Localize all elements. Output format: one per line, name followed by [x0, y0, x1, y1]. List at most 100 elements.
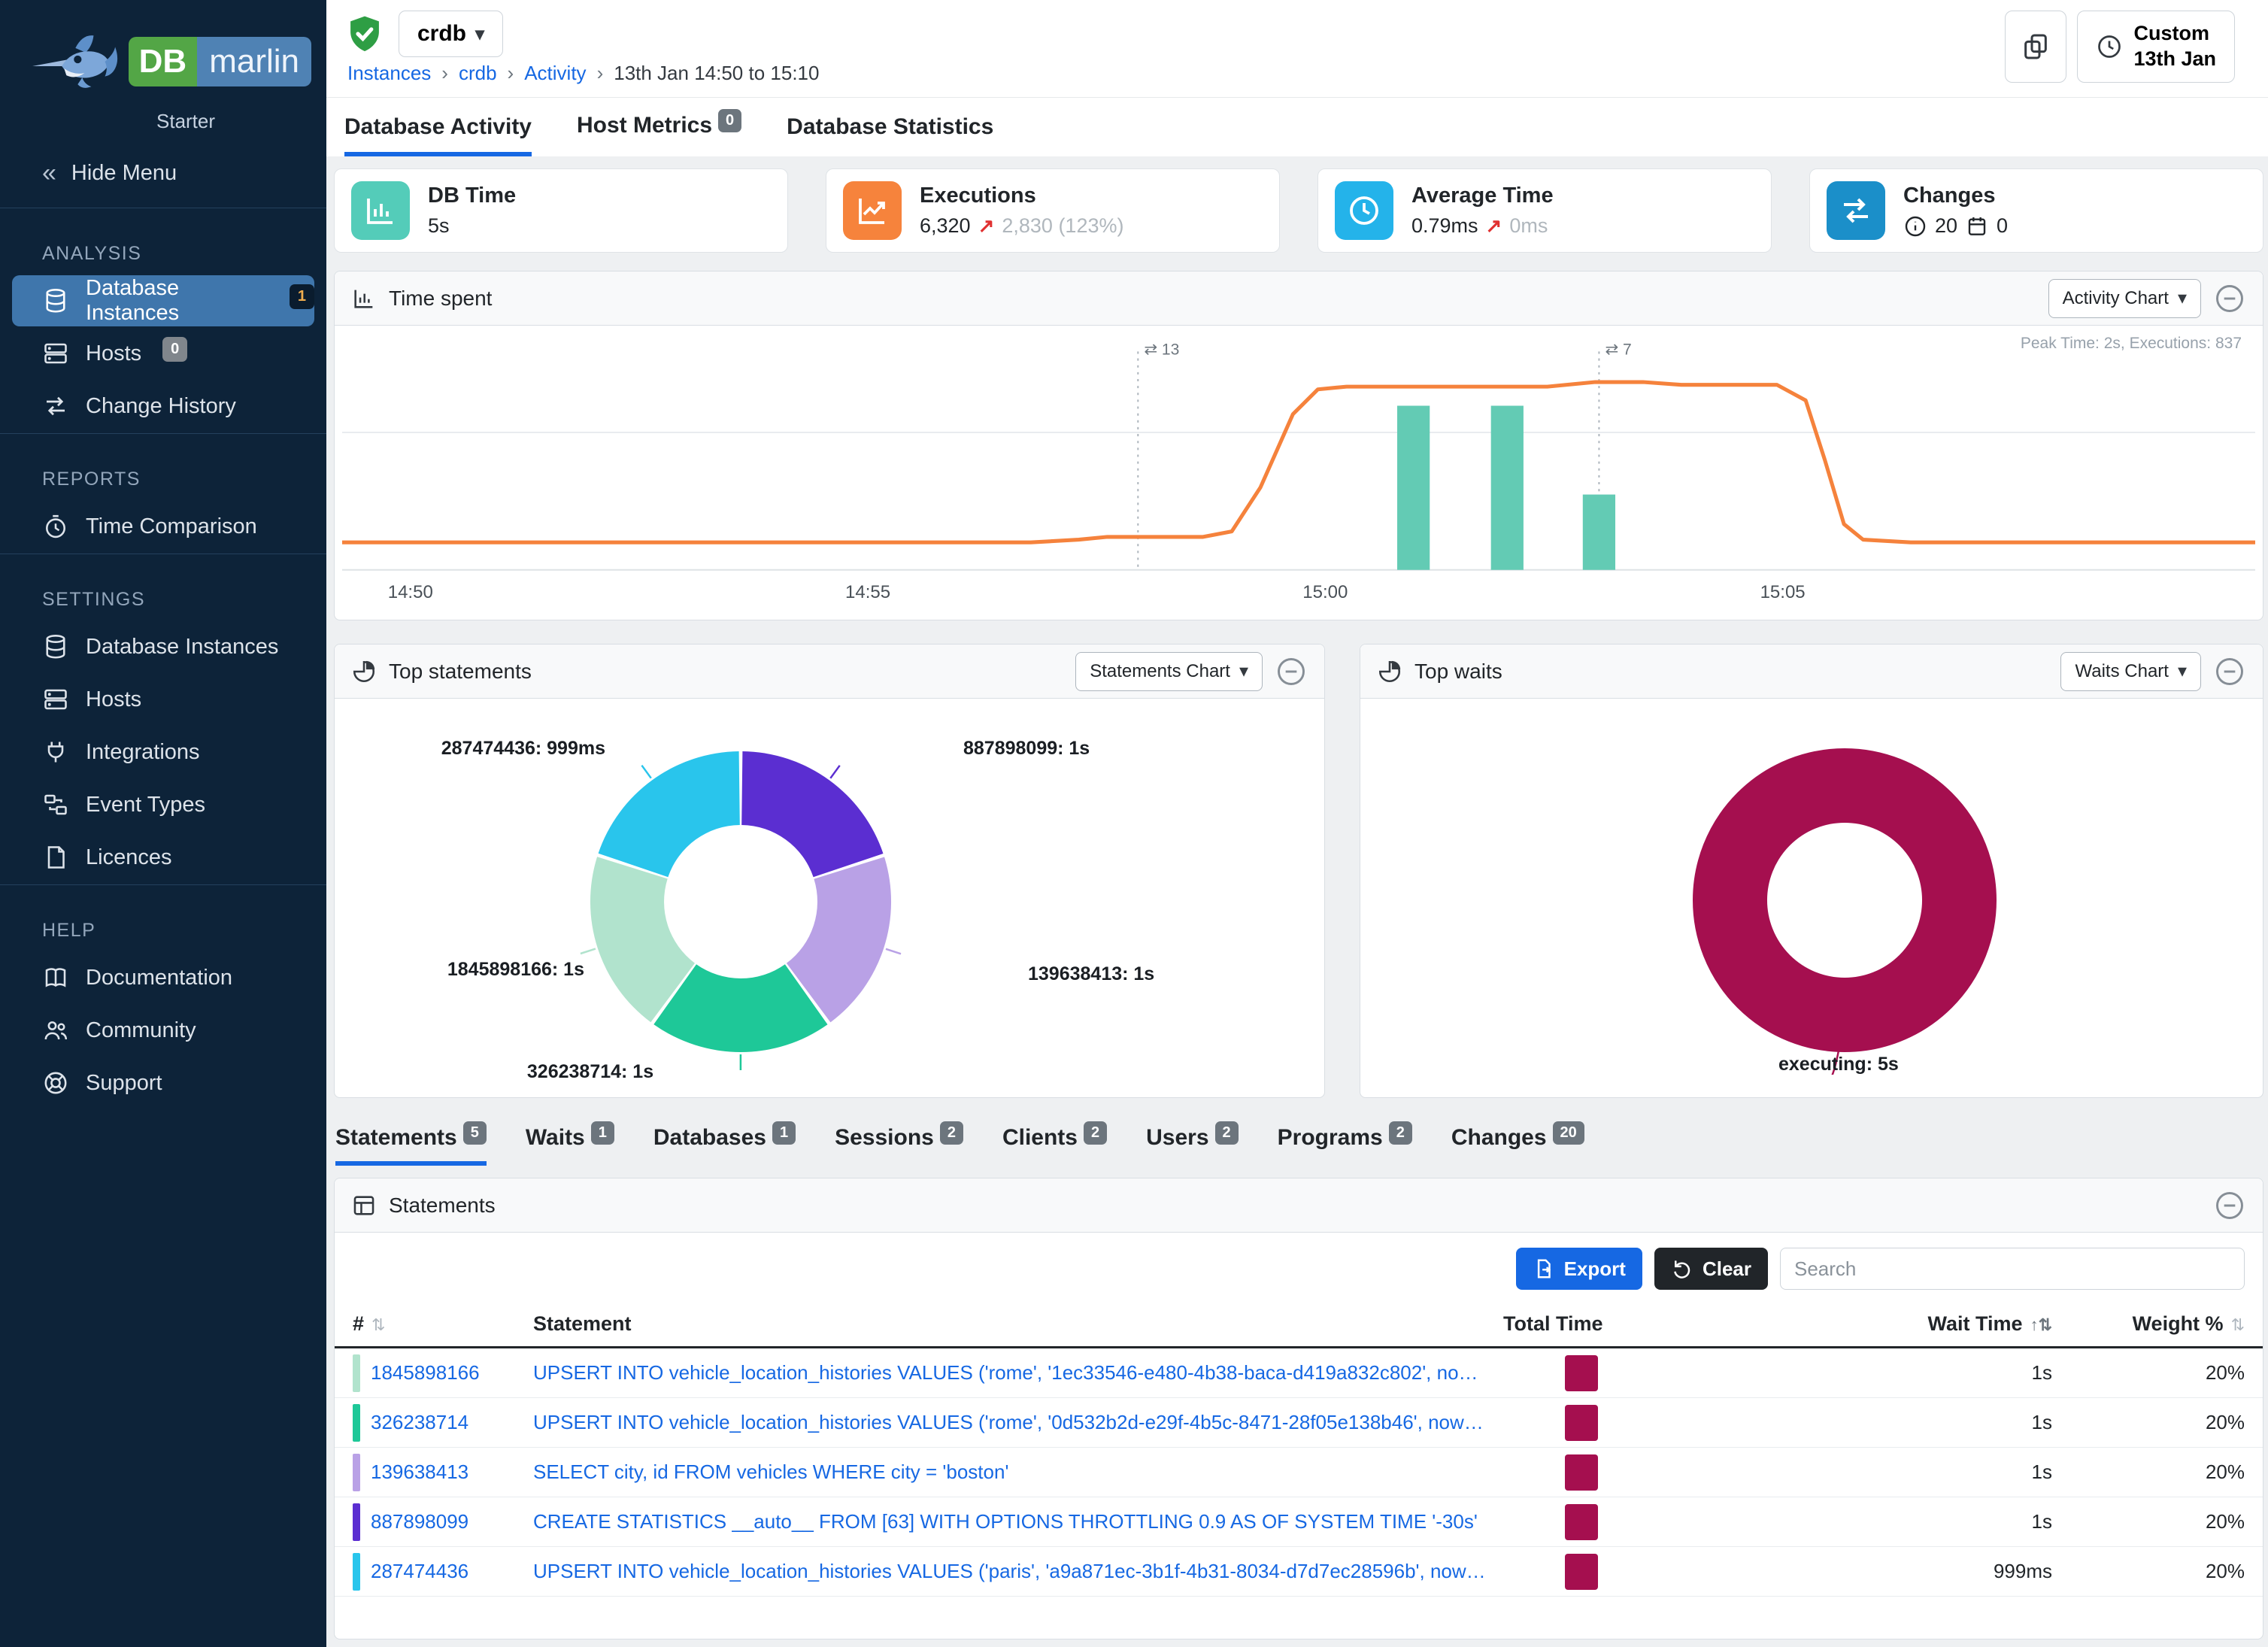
collapse-panel-button[interactable] [2213, 1189, 2246, 1222]
breadcrumb-item[interactable]: crdb [431, 62, 496, 85]
clock-icon [1335, 181, 1393, 240]
waits-chart-label: Waits Chart [2075, 661, 2168, 682]
sidebar-item-hosts[interactable]: Hosts0 [12, 328, 314, 379]
tab-database-activity[interactable]: Database Activity [344, 114, 532, 156]
statement-id-link[interactable]: 287474436 [353, 1553, 533, 1591]
main-area: crdb InstancescrdbActivity13th Jan 14:50… [326, 0, 2268, 1647]
sidebar-item-event-types[interactable]: Event Types [12, 779, 314, 830]
count-badge: 2 [1389, 1121, 1412, 1145]
sidebar-item-time-comparison[interactable]: Time Comparison [12, 501, 314, 552]
instance-name: crdb [417, 21, 466, 47]
sidebar-item-change-history[interactable]: Change History [12, 381, 314, 432]
statement-link[interactable]: UPSERT INTO vehicle_location_histories V… [533, 1361, 1503, 1385]
sidebar-item-hosts[interactable]: Hosts [12, 674, 314, 725]
sidebar-item-documentation[interactable]: Documentation [12, 952, 314, 1003]
x-tick-label: 15:00 [1302, 582, 1348, 603]
sidebar-item-community[interactable]: Community [12, 1005, 314, 1056]
divider [0, 884, 326, 885]
collapse-panel-button[interactable] [1275, 655, 1308, 688]
sidebar-section-reports: REPORTS [42, 469, 326, 490]
breadcrumb-item[interactable]: Instances [347, 62, 431, 85]
time-range-button[interactable]: Custom13th Jan [2077, 11, 2235, 83]
tab-database-statistics[interactable]: Database Statistics [787, 114, 993, 156]
statement-id-link[interactable]: 326238714 [353, 1404, 533, 1442]
waits-donut-chart[interactable]: executing: 5s [1360, 699, 2263, 1098]
tab-databases[interactable]: Databases1 [653, 1125, 796, 1166]
statement-link[interactable]: SELECT city, id FROM vehicles WHERE city… [533, 1460, 1503, 1484]
tab-label: Database Statistics [787, 114, 993, 139]
copy-link-button[interactable] [2005, 11, 2066, 83]
tab-sessions[interactable]: Sessions2 [835, 1125, 963, 1166]
breadcrumb: InstancescrdbActivity13th Jan 14:50 to 1… [347, 62, 2235, 85]
export-button[interactable]: Export [1516, 1248, 1642, 1290]
count-badge: 0 [718, 109, 741, 132]
tab-label: Databases [653, 1125, 766, 1150]
x-tick-label: 14:55 [845, 582, 890, 603]
weight-value: 20% [2052, 1361, 2245, 1385]
logo-marlin: marlin [197, 37, 311, 86]
card-changes: Changes 20 0 [1809, 168, 2263, 253]
total-time-cell [1503, 1405, 1699, 1441]
sidebar-item-integrations[interactable]: Integrations [12, 726, 314, 778]
statement-id-link[interactable]: 887898099 [353, 1503, 533, 1541]
statement-color-bar [353, 1354, 360, 1392]
breadcrumb-item[interactable]: Activity [497, 62, 587, 85]
column-header-total-time[interactable]: Total Time [1503, 1312, 1699, 1336]
people-icon [42, 1017, 69, 1044]
sidebar-item-database-instances[interactable]: Database Instances1 [12, 275, 314, 326]
bar-chart-icon [351, 181, 410, 240]
card-value: 6,320 [920, 214, 971, 238]
statement-id-link[interactable]: 1845898166 [353, 1354, 533, 1392]
collapse-panel-button[interactable] [2213, 282, 2246, 315]
sidebar-item-label: Licences [86, 845, 171, 870]
up-arrow-icon [1486, 214, 1502, 238]
column-header-weight[interactable]: Weight % [2052, 1312, 2245, 1336]
marlin-logo-icon [30, 23, 121, 105]
statements-chart-select[interactable]: Statements Chart [1075, 652, 1263, 691]
tab-host-metrics[interactable]: Host Metrics0 [577, 113, 741, 156]
sidebar-section-settings: SETTINGS [42, 589, 326, 611]
search-input[interactable] [1780, 1248, 2245, 1290]
column-header-wait-time[interactable]: Wait Time [1699, 1312, 2052, 1336]
card-executions: Executions 6,320 2,830 (123%) [826, 168, 1280, 253]
clear-button[interactable]: Clear [1654, 1248, 1768, 1290]
tab-users[interactable]: Users2 [1146, 1125, 1239, 1166]
statement-link[interactable]: CREATE STATISTICS __auto__ FROM [63] WIT… [533, 1510, 1503, 1533]
tab-label: Database Activity [344, 114, 532, 139]
time-spent-chart[interactable]: Peak Time: 2s, Executions: 837 ⇄ 13⇄ 7 1… [335, 326, 2263, 620]
tab-waits[interactable]: Waits1 [526, 1125, 614, 1166]
sidebar-item-licences[interactable]: Licences [12, 832, 314, 883]
plan-label: Starter [156, 110, 311, 133]
sidebar-item-label: Hosts [86, 341, 141, 366]
sidebar-item-label: Documentation [86, 966, 232, 990]
sidebar-item-support[interactable]: Support [12, 1057, 314, 1109]
tab-statements[interactable]: Statements5 [335, 1125, 487, 1166]
collapse-panel-button[interactable] [2213, 655, 2246, 688]
card-title: Executions [920, 184, 1123, 208]
peak-annotation: Peak Time: 2s, Executions: 837 [2021, 335, 2242, 353]
statement-link[interactable]: UPSERT INTO vehicle_location_histories V… [533, 1411, 1503, 1434]
sidebar-item-database-instances[interactable]: Database Instances [12, 621, 314, 672]
table-toolbar: Export Clear [335, 1233, 2263, 1290]
waits-chart-select[interactable]: Waits Chart [2060, 652, 2201, 691]
activity-chart-select[interactable]: Activity Chart [2048, 279, 2201, 318]
plug-icon [42, 739, 69, 766]
tab-changes[interactable]: Changes20 [1451, 1125, 1584, 1166]
sidebar-item-label: Database Instances [86, 276, 268, 326]
statements-donut-chart[interactable]: 887898099: 1s139638413: 1s326238714: 1s1… [335, 699, 1324, 1098]
instance-selector[interactable]: crdb [399, 11, 503, 57]
column-header-statement[interactable]: Statement [533, 1312, 1503, 1336]
total-time-bar [1565, 1454, 1598, 1491]
breadcrumb-item: 13th Jan 14:50 to 15:10 [587, 62, 820, 85]
column-header-id[interactable]: # [353, 1312, 533, 1336]
hide-menu-button[interactable]: Hide Menu [0, 147, 326, 208]
content: DB Time 5s Executions 6,320 2,830 (123%) [326, 156, 2268, 1647]
book-icon [42, 964, 69, 991]
donut-svg [1670, 726, 2019, 1075]
tab-clients[interactable]: Clients2 [1002, 1125, 1107, 1166]
statement-id-link[interactable]: 139638413 [353, 1454, 533, 1491]
statement-link[interactable]: UPSERT INTO vehicle_location_histories V… [533, 1560, 1503, 1583]
sidebar: DBmarlin Starter Hide Menu ANALYSISDatab… [0, 0, 326, 1647]
tab-programs[interactable]: Programs2 [1278, 1125, 1412, 1166]
time-range-line1: Custom [2133, 22, 2209, 44]
